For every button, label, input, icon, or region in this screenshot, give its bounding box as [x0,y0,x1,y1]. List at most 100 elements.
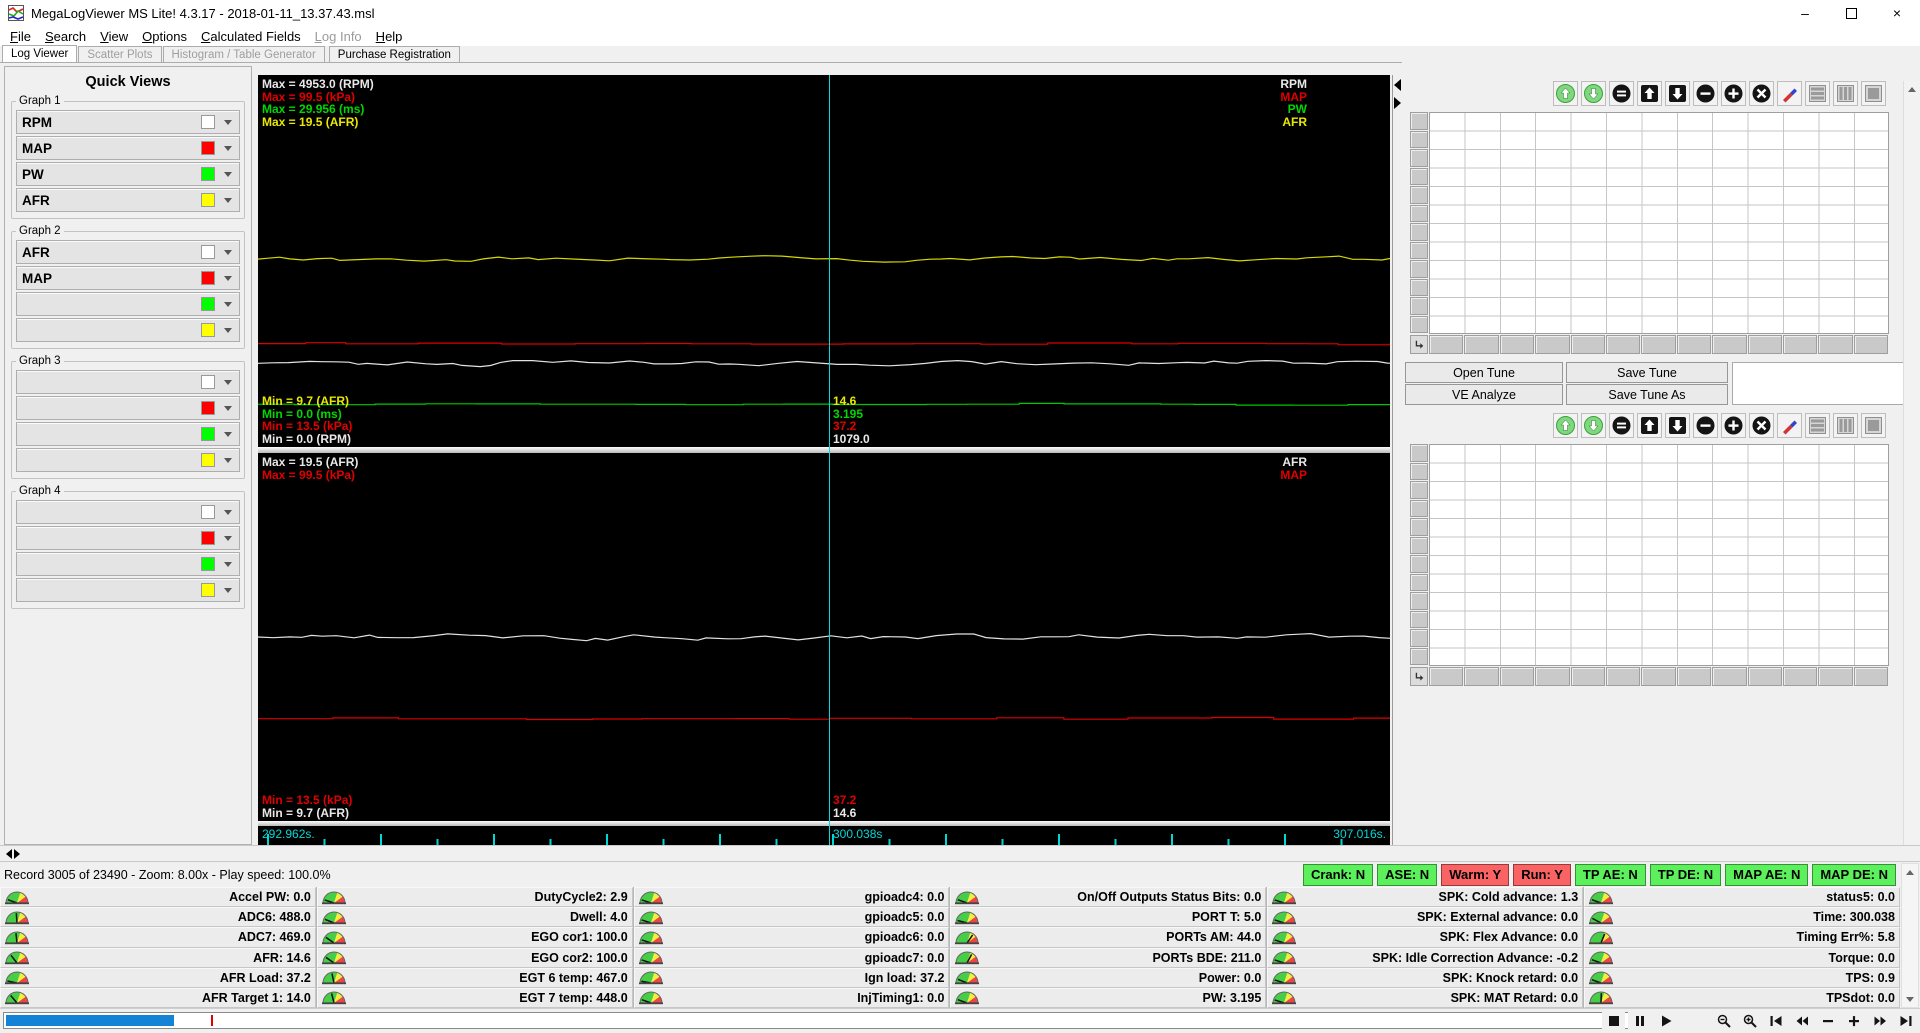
playback-cursor-line[interactable] [829,75,830,845]
column-header-cell[interactable] [1747,667,1782,686]
row-header-cell[interactable] [1410,573,1428,591]
row-header-cell[interactable] [1410,204,1428,222]
clear-button[interactable] [1749,81,1774,106]
column-header-cell[interactable] [1818,667,1853,686]
collapse-left-icon[interactable] [1394,79,1401,91]
menu-options[interactable]: Options [135,28,194,45]
menu-view[interactable]: View [93,28,135,45]
scroll-up-button[interactable] [1904,81,1919,97]
gauge-cell-ego-cor1[interactable]: EGO cor1: 100.0 [316,927,633,948]
row-header-cell[interactable] [1410,241,1428,259]
column-header-cell[interactable] [1676,335,1712,354]
arrow-up-button[interactable] [1637,413,1662,438]
arrow-down-button[interactable] [1665,81,1690,106]
fast-forward-button[interactable] [1868,1011,1891,1031]
row-header-cell[interactable] [1410,260,1428,278]
row-header-cell[interactable] [1410,647,1428,665]
gauge-cell-ego-cor2[interactable]: EGO cor2: 100.0 [316,947,633,968]
arrow-up-button[interactable] [1637,81,1662,106]
gauge-cell-spk-knock-retard[interactable]: SPK: Knock retard: 0.0 [1267,967,1584,988]
time-axis[interactable]: 292.962s. 300.038s 307.016s. [258,826,1390,845]
row-header-cell[interactable] [1410,167,1428,185]
column-header-cell[interactable] [1429,667,1464,686]
column-header-cell[interactable] [1676,667,1712,686]
quick-view-selector-3-2[interactable] [16,396,240,420]
shift-down-green-button[interactable] [1581,413,1606,438]
gauge-cell-on-off-outputs-status-bits[interactable]: On/Off Outputs Status Bits: 0.0 [950,887,1267,908]
play-button[interactable] [1654,1011,1677,1031]
column-header-cell[interactable] [1712,335,1747,354]
column-header-cell[interactable] [1818,335,1853,354]
gauges-scrollbar[interactable] [1901,863,1919,1008]
column-header-cell[interactable] [1782,335,1818,354]
gauge-cell-dutycycle2[interactable]: DutyCycle2: 2.9 [316,887,633,908]
column-header-cell[interactable] [1570,667,1605,686]
speed-plus-button[interactable] [1842,1011,1865,1031]
gauge-cell-dwell[interactable]: Dwell: 4.0 [316,907,633,928]
gauge-cell-egt-7-temp[interactable]: EGT 7 temp: 448.0 [316,987,633,1009]
graph-area[interactable]: Max = 4953.0 (RPM) Max = 99.5 (kPa) Max = … [258,75,1390,845]
gauge-cell-power[interactable]: Power: 0.0 [950,967,1267,988]
column-header-cell[interactable] [1499,667,1535,686]
block-view-button[interactable] [1861,81,1886,106]
zoom-out-button[interactable] [1712,1011,1735,1031]
row-header-cell[interactable] [1410,592,1428,610]
clear-button[interactable] [1749,413,1774,438]
column-header-cell[interactable] [1712,667,1747,686]
speed-minus-button[interactable] [1816,1011,1839,1031]
row-header-cell[interactable] [1410,297,1428,315]
column-header-cell[interactable] [1605,335,1641,354]
stop-button[interactable] [1602,1011,1625,1031]
close-button[interactable]: × [1874,0,1920,26]
quick-view-selector-3-1[interactable] [16,370,240,394]
menu-search[interactable]: Search [38,28,93,45]
edit-pencil-button[interactable] [1777,413,1802,438]
row-header-cell[interactable] [1410,149,1428,167]
gauge-cell-afr-target-1[interactable]: AFR Target 1: 14.0 [0,987,316,1009]
table-cells-grid[interactable] [1429,112,1889,334]
column-header-cell[interactable] [1464,667,1499,686]
maximize-button[interactable] [1828,0,1874,26]
decrement-button[interactable] [1693,413,1718,438]
quick-view-selector-4-3[interactable] [16,552,240,576]
skip-start-button[interactable] [1764,1011,1787,1031]
axis-corner-button[interactable] [1410,667,1428,686]
gauge-cell-gpioadc5[interactable]: gpioadc5: 0.0 [633,907,950,928]
panel-scrollbar[interactable] [1903,81,1920,845]
equalize-button[interactable] [1609,413,1634,438]
quick-view-selector-3-4[interactable] [16,448,240,472]
row-header-cell[interactable] [1410,499,1428,517]
column-header-cell[interactable] [1605,667,1641,686]
column-header-cell[interactable] [1782,667,1818,686]
minimize-button[interactable]: – [1782,0,1828,26]
graph-2[interactable]: Max = 19.5 (AFR) Max = 99.5 (kPa) AFR MAP … [258,453,1390,821]
gauge-cell-ports-bde[interactable]: PORTs BDE: 211.0 [950,947,1267,968]
scroll-down-button[interactable] [1903,991,1918,1007]
row-view-button[interactable] [1805,413,1830,438]
quick-view-selector-4-1[interactable] [16,500,240,524]
quick-view-selector-4-2[interactable] [16,526,240,550]
graph-right-splitter[interactable] [1392,75,1402,845]
save-tune-button[interactable]: Save Tune [1566,362,1728,383]
gauge-cell-torque[interactable]: Torque: 0.0 [1584,947,1900,968]
shift-down-green-button[interactable] [1581,81,1606,106]
column-header-cell[interactable] [1853,335,1889,354]
gauge-cell-gpioadc4[interactable]: gpioadc4: 0.0 [633,887,950,908]
shift-up-green-button[interactable] [1553,81,1578,106]
column-header-cell[interactable] [1747,335,1782,354]
quick-view-selector-2-4[interactable] [16,318,240,342]
quick-view-selector-3-3[interactable] [16,422,240,446]
menu-file[interactable]: File [3,28,38,45]
gauge-cell-spk-mat-retard[interactable]: SPK: MAT Retard: 0.0 [1267,987,1584,1009]
column-view-button[interactable] [1833,81,1858,106]
column-view-button[interactable] [1833,413,1858,438]
gauge-cell-spk-flex-advance[interactable]: SPK: Flex Advance: 0.0 [1267,927,1584,948]
gauge-cell-gpioadc7[interactable]: gpioadc7: 0.0 [633,947,950,968]
tab-log-viewer[interactable]: Log Viewer [2,45,78,62]
row-header-cell[interactable] [1410,223,1428,241]
pause-button[interactable] [1628,1011,1651,1031]
arrow-down-button[interactable] [1665,413,1690,438]
zoom-in-button[interactable] [1738,1011,1761,1031]
quick-view-selector-2-2[interactable]: MAP [16,266,240,290]
splitter-right-icon[interactable] [14,848,20,859]
